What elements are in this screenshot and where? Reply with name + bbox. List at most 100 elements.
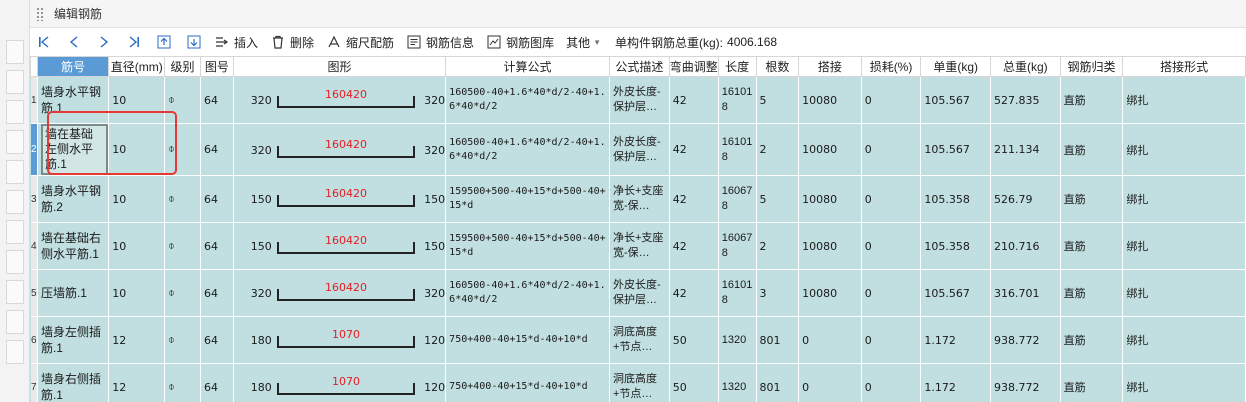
cell-shape[interactable]: 320 160420 320 — [233, 123, 447, 176]
cell-length[interactable]: 160678 — [718, 175, 757, 223]
cell-diameter[interactable]: 10 — [108, 222, 166, 270]
cell-formula[interactable]: 160500-40+1.6*40*d/2-40+1.6*40*d/2 — [445, 269, 610, 317]
col-header[interactable]: 直径(mm) — [108, 56, 166, 77]
cell-figure-no[interactable]: 64 — [200, 363, 234, 402]
drag-grip-icon[interactable] — [36, 6, 44, 21]
cell-formula-desc[interactable]: 洞底高度+节点… — [609, 316, 670, 364]
col-header[interactable]: 弯曲调整 — [668, 56, 719, 77]
col-header[interactable]: 搭接 — [798, 56, 862, 77]
cell-formula-desc[interactable]: 洞底高度+节点… — [609, 363, 670, 402]
cell-bend-adjust[interactable]: 42 — [669, 76, 719, 124]
cell-total-weight[interactable]: 938.772 — [990, 363, 1061, 402]
cell-count[interactable]: 2 — [756, 222, 800, 270]
cell-count[interactable]: 5 — [756, 175, 800, 223]
cell-bar-name[interactable]: 墙在基础左侧水平筋.1 — [37, 123, 110, 176]
cell-length[interactable]: 1320 — [718, 316, 757, 364]
cell-lap[interactable]: 10080 — [798, 76, 862, 124]
cell-figure-no[interactable]: 64 — [200, 269, 234, 317]
cell-loss[interactable]: 0 — [861, 316, 922, 364]
col-header[interactable]: 图号 — [199, 56, 234, 77]
cell-formula-desc[interactable]: 外皮长度-保护层… — [609, 76, 670, 124]
prev-record-icon[interactable] — [64, 32, 84, 52]
rebar-library-button[interactable]: 钢筋图库 — [486, 34, 554, 51]
cell-formula[interactable]: 159500+500-40+15*d+500-40+15*d — [445, 175, 610, 223]
cell-grade[interactable]: ⌽ — [164, 175, 201, 223]
cell-lap-form[interactable]: 绑扎 — [1122, 222, 1246, 270]
cell-count[interactable]: 3 — [756, 269, 800, 317]
cell-bar-name[interactable]: 墙在基础右侧水平筋.1 — [37, 222, 110, 270]
bar-name-editor[interactable]: 墙在基础左侧水平筋.1 — [40, 124, 108, 175]
table-row[interactable]: 2 墙在基础左侧水平筋.1 10 ⌽ 64 320 160420 320 160… — [30, 123, 1246, 176]
cell-count[interactable]: 801 — [756, 363, 800, 402]
table-row[interactable]: 1 墙身水平钢筋.1 10 ⌽ 64 320 160420 320 160500… — [30, 76, 1246, 124]
cell-bend-adjust[interactable]: 42 — [669, 175, 719, 223]
delete-button[interactable]: 删除 — [270, 34, 314, 51]
cell-lap[interactable]: 0 — [798, 316, 862, 364]
cell-bend-adjust[interactable]: 42 — [669, 222, 719, 270]
cell-formula[interactable]: 750+400-40+15*d-40+10*d — [445, 316, 610, 364]
other-dropdown[interactable]: 其他 ▼ — [566, 34, 601, 51]
cell-figure-no[interactable]: 64 — [200, 123, 234, 176]
cell-total-weight[interactable]: 316.701 — [990, 269, 1061, 317]
cell-diameter[interactable]: 12 — [108, 316, 166, 364]
cell-category[interactable]: 直筋 — [1060, 363, 1124, 402]
cell-formula[interactable]: 750+400-40+15*d-40+10*d — [445, 363, 610, 402]
cell-total-weight[interactable]: 210.716 — [990, 222, 1061, 270]
cell-diameter[interactable]: 10 — [108, 76, 166, 124]
cell-length[interactable]: 161018 — [718, 269, 757, 317]
cell-bend-adjust[interactable]: 50 — [669, 363, 719, 402]
cell-lap-form[interactable]: 绑扎 — [1122, 175, 1246, 223]
cell-loss[interactable]: 0 — [861, 76, 922, 124]
cell-diameter[interactable]: 10 — [108, 175, 166, 223]
col-header[interactable]: 筋号 — [36, 56, 110, 77]
cell-unit-weight[interactable]: 105.358 — [920, 222, 991, 270]
cell-formula-desc[interactable]: 净长+支座宽-保… — [609, 222, 670, 270]
cell-figure-no[interactable]: 64 — [200, 76, 234, 124]
cell-grade[interactable]: ⌽ — [164, 222, 201, 270]
row-number[interactable]: 4 — [30, 222, 38, 270]
cell-lap-form[interactable]: 绑扎 — [1122, 363, 1246, 402]
cell-grade[interactable]: ⌽ — [164, 123, 201, 176]
cell-lap[interactable]: 10080 — [798, 269, 862, 317]
table-row[interactable]: 6 墙身左侧插筋.1 12 ⌽ 64 180 1070 120 750+400-… — [30, 316, 1246, 364]
table-row[interactable]: 7 墙身右侧插筋.1 12 ⌽ 64 180 1070 120 750+400-… — [30, 363, 1246, 402]
cell-total-weight[interactable]: 938.772 — [990, 316, 1061, 364]
first-record-icon[interactable] — [34, 32, 54, 52]
col-header[interactable]: 公式描述 — [608, 56, 670, 77]
next-record-icon[interactable] — [94, 32, 114, 52]
panel-titlebar[interactable]: 编辑钢筋 — [30, 0, 1246, 28]
cell-shape[interactable]: 150 160420 150 — [233, 175, 447, 223]
cell-lap-form[interactable]: 绑扎 — [1122, 316, 1246, 364]
cell-formula-desc[interactable]: 外皮长度-保护层… — [609, 123, 670, 176]
cell-lap-form[interactable]: 绑扎 — [1122, 76, 1246, 124]
cell-lap[interactable]: 10080 — [798, 175, 862, 223]
col-header[interactable]: 搭接形式 — [1122, 56, 1246, 77]
cell-bend-adjust[interactable]: 42 — [669, 269, 719, 317]
cell-total-weight[interactable]: 211.134 — [990, 123, 1061, 176]
cell-unit-weight[interactable]: 105.358 — [920, 175, 991, 223]
cell-diameter[interactable]: 12 — [108, 363, 166, 402]
cell-formula-desc[interactable]: 净长+支座宽-保… — [609, 175, 670, 223]
cell-count[interactable]: 5 — [756, 76, 800, 124]
table-row[interactable]: 5 压墙筋.1 10 ⌽ 64 320 160420 320 160500-40… — [30, 269, 1246, 317]
cell-category[interactable]: 直筋 — [1060, 76, 1124, 124]
cell-diameter[interactable]: 10 — [108, 123, 166, 176]
cell-grade[interactable]: ⌽ — [164, 269, 201, 317]
rebar-info-button[interactable]: 钢筋信息 — [406, 34, 474, 51]
cell-category[interactable]: 直筋 — [1060, 316, 1124, 364]
cell-bar-name[interactable]: 墙身左侧插筋.1 — [37, 316, 110, 364]
cell-lap-form[interactable]: 绑扎 — [1122, 269, 1246, 317]
table-row[interactable]: 3 墙身水平钢筋.2 10 ⌽ 64 150 160420 150 159500… — [30, 175, 1246, 223]
cell-shape[interactable]: 320 160420 320 — [233, 76, 447, 124]
cell-total-weight[interactable]: 526.79 — [990, 175, 1061, 223]
row-number[interactable]: 1 — [30, 76, 38, 124]
cell-shape[interactable]: 150 160420 150 — [233, 222, 447, 270]
cell-lap-form[interactable]: 绑扎 — [1122, 123, 1246, 176]
row-number[interactable]: 2 — [30, 123, 38, 176]
col-header[interactable]: 单重(kg) — [920, 56, 991, 77]
cell-grade[interactable]: ⌽ — [164, 363, 201, 402]
cell-shape[interactable]: 180 1070 120 — [233, 363, 447, 402]
col-header[interactable]: 计算公式 — [445, 56, 610, 77]
cell-lap[interactable]: 0 — [798, 363, 862, 402]
cell-figure-no[interactable]: 64 — [200, 175, 234, 223]
